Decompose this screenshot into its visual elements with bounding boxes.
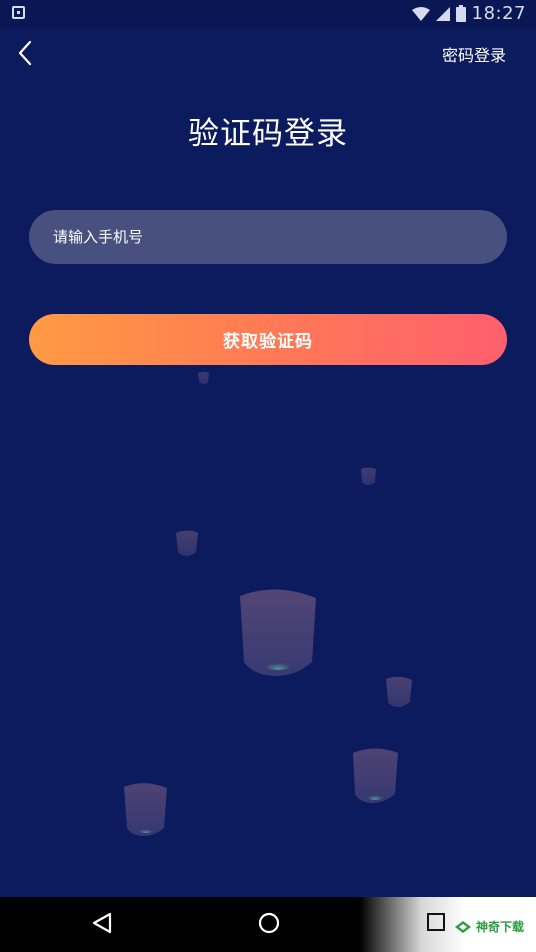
nav-home-icon[interactable] <box>257 911 281 935</box>
nav-back-icon[interactable] <box>91 911 113 935</box>
lantern <box>386 676 412 707</box>
page-title: 验证码登录 <box>188 116 348 152</box>
wifi-icon <box>411 6 430 21</box>
lantern <box>198 372 209 384</box>
lantern <box>124 783 167 836</box>
password-login-link[interactable]: 密码登录 <box>442 42 506 66</box>
watermark: 神奇下载 <box>454 918 524 935</box>
status-time: 18:27 <box>471 3 526 24</box>
lantern <box>361 467 376 485</box>
back-button[interactable] <box>12 36 42 70</box>
status-icons: 18:27 <box>411 3 526 24</box>
notification-icon <box>12 6 25 19</box>
nav-recent-apps-icon[interactable] <box>426 912 446 932</box>
chevron-left-icon <box>18 40 32 66</box>
lantern-large <box>240 589 316 676</box>
lantern <box>176 530 198 556</box>
signal-icon <box>435 6 450 21</box>
watermark-logo-icon <box>455 920 471 933</box>
battery-icon <box>455 5 466 22</box>
lantern <box>353 748 398 803</box>
watermark-text: 神奇下载 <box>476 920 525 934</box>
phone-number-input[interactable] <box>29 210 507 264</box>
get-code-button[interactable]: 获取验证码 <box>29 314 507 365</box>
status-bar: 18:27 <box>0 0 536 28</box>
